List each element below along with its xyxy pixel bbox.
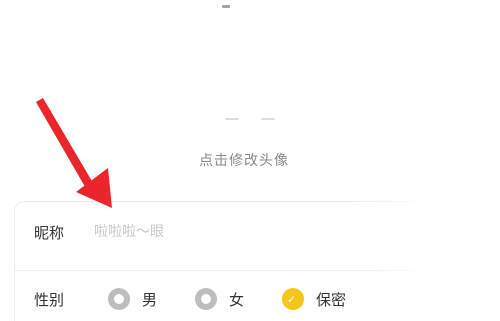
nickname-row: 昵称: [15, 204, 500, 260]
radio-circle-icon[interactable]: [108, 288, 130, 310]
gender-option-label: 男: [142, 290, 158, 309]
gender-option-secret[interactable]: ✓ 保密: [282, 288, 346, 310]
status-indicator: [222, 5, 230, 8]
nickname-input[interactable]: [94, 224, 314, 240]
gender-option-label: 保密: [316, 290, 347, 309]
profile-form: 昵称 性别 男 女 ✓ 保密: [14, 201, 500, 321]
profile-edit-screen: 点击修改头像 昵称 性别 男 女 ✓ 保密: [0, 0, 500, 321]
avatar-edge: [261, 118, 275, 120]
gender-option-female[interactable]: 女: [195, 288, 244, 310]
gender-option-label: 女: [229, 290, 245, 309]
radio-selected-icon[interactable]: ✓: [282, 288, 305, 310]
gender-label: 性别: [34, 290, 65, 309]
avatar-edge: [225, 118, 239, 120]
change-avatar-link[interactable]: 点击修改头像: [199, 150, 289, 170]
gender-option-male[interactable]: 男: [108, 288, 157, 310]
radio-circle-icon[interactable]: [195, 288, 218, 310]
avatar[interactable]: [205, 110, 285, 128]
nickname-label: 昵称: [34, 223, 65, 242]
check-icon: ✓: [287, 293, 297, 306]
gender-row: 性别 男 女 ✓ 保密: [15, 270, 500, 321]
